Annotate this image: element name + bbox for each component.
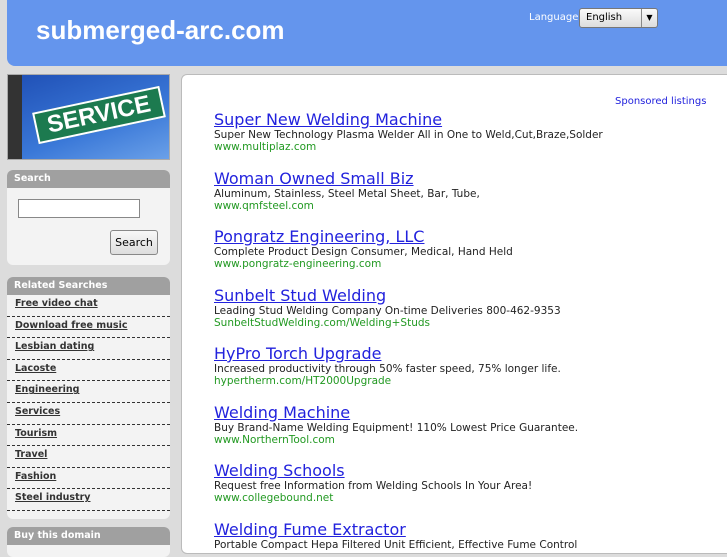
related-search-link[interactable]: Fashion: [7, 468, 170, 490]
listing-title-link[interactable]: Welding Fume Extractor: [214, 520, 577, 539]
listing-description: Request free Information from Welding Sc…: [214, 480, 533, 492]
language-select[interactable]: English ▼: [579, 8, 658, 28]
search-input[interactable]: [18, 199, 140, 218]
sponsored-listing: Super New Welding Machine Super New Techn…: [214, 110, 603, 153]
listing-url[interactable]: www.qmfsteel.com: [214, 200, 480, 212]
sponsored-listing: Pongratz Engineering, LLC Complete Produc…: [214, 227, 513, 270]
listing-title-link[interactable]: Super New Welding Machine: [214, 110, 603, 129]
buy-domain-link[interactable]: Buy this domain: [7, 527, 170, 545]
listing-url[interactable]: www.collegebound.net: [214, 492, 532, 504]
listing-description: Super New Technology Plasma Welder All i…: [214, 129, 603, 141]
listing-url[interactable]: www.multiplaz.com: [214, 141, 603, 153]
related-search-link[interactable]: Tourism: [7, 425, 170, 447]
sign-pole: [8, 75, 22, 159]
listing-title-link[interactable]: Welding Machine: [214, 403, 578, 422]
language-value: English: [586, 12, 623, 23]
listing-url[interactable]: www.pongratz-engineering.com: [214, 258, 513, 270]
listing-title-link[interactable]: Woman Owned Small Biz: [214, 169, 480, 188]
listing-description: Increased productivity through 50% faste…: [214, 363, 561, 375]
sponsored-listing: HyPro Torch Upgrade Increased productivit…: [214, 344, 561, 387]
listing-title-link[interactable]: HyPro Torch Upgrade: [214, 344, 561, 363]
chevron-down-icon: ▼: [641, 9, 657, 27]
service-banner-image: SERVICE: [7, 74, 170, 160]
site-title: submerged-arc.com: [36, 15, 285, 45]
listing-description: Complete Product Design Consumer, Medica…: [214, 246, 513, 258]
language-label: Language:: [529, 12, 582, 23]
listing-description: Buy Brand-Name Welding Equipment! 110% L…: [214, 421, 579, 434]
related-searches: Related Searches Free video chat Download…: [7, 277, 170, 519]
listing-url[interactable]: www.NorthernTool.com: [214, 434, 578, 446]
related-search-link[interactable]: Engineering: [7, 381, 170, 403]
listing-description: Leading Stud Welding Company On-time Del…: [214, 304, 561, 317]
sponsored-label: Sponsored listings: [615, 96, 707, 107]
related-search-link[interactable]: Download free music: [7, 317, 170, 339]
listing-title-link[interactable]: Pongratz Engineering, LLC: [214, 227, 513, 246]
sponsored-listing: Sunbelt Stud Welding Leading Stud Welding…: [214, 286, 561, 329]
related-heading: Related Searches: [7, 277, 170, 295]
related-search-link[interactable]: Services: [7, 403, 170, 425]
search-box: Search Search: [7, 170, 170, 265]
related-search-link[interactable]: Travel: [7, 446, 170, 468]
related-search-link[interactable]: Free video chat: [7, 295, 170, 317]
sponsored-listing: Welding Fume Extractor Portable Compact H…: [214, 520, 577, 551]
related-search-link[interactable]: Lacoste: [7, 360, 170, 382]
listing-url[interactable]: hypertherm.com/HT2000Upgrade: [214, 375, 561, 387]
listing-url[interactable]: SunbeltStudWelding.com/Welding+Studs: [214, 317, 561, 329]
sponsored-listing: Welding Machine Buy Brand-Name Welding Eq…: [214, 403, 578, 446]
sponsored-listing: Woman Owned Small Biz Aluminum, Stainless…: [214, 169, 480, 212]
main-panel: Sponsored listings Super New Welding Mac…: [181, 74, 727, 554]
listing-title-link[interactable]: Sunbelt Stud Welding: [214, 286, 561, 305]
search-heading: Search: [7, 170, 170, 188]
search-button[interactable]: Search: [110, 230, 158, 255]
buy-domain-box: Buy this domain: [7, 527, 170, 557]
sponsored-listing: Welding Schools Request free Information …: [214, 461, 532, 504]
related-search-link[interactable]: Steel industry: [7, 489, 170, 511]
service-sign: SERVICE: [32, 85, 166, 145]
listing-title-link[interactable]: Welding Schools: [214, 461, 532, 480]
related-search-link[interactable]: Lesbian dating: [7, 338, 170, 360]
listing-description: Aluminum, Stainless, Steel Metal Sheet, …: [214, 187, 480, 200]
